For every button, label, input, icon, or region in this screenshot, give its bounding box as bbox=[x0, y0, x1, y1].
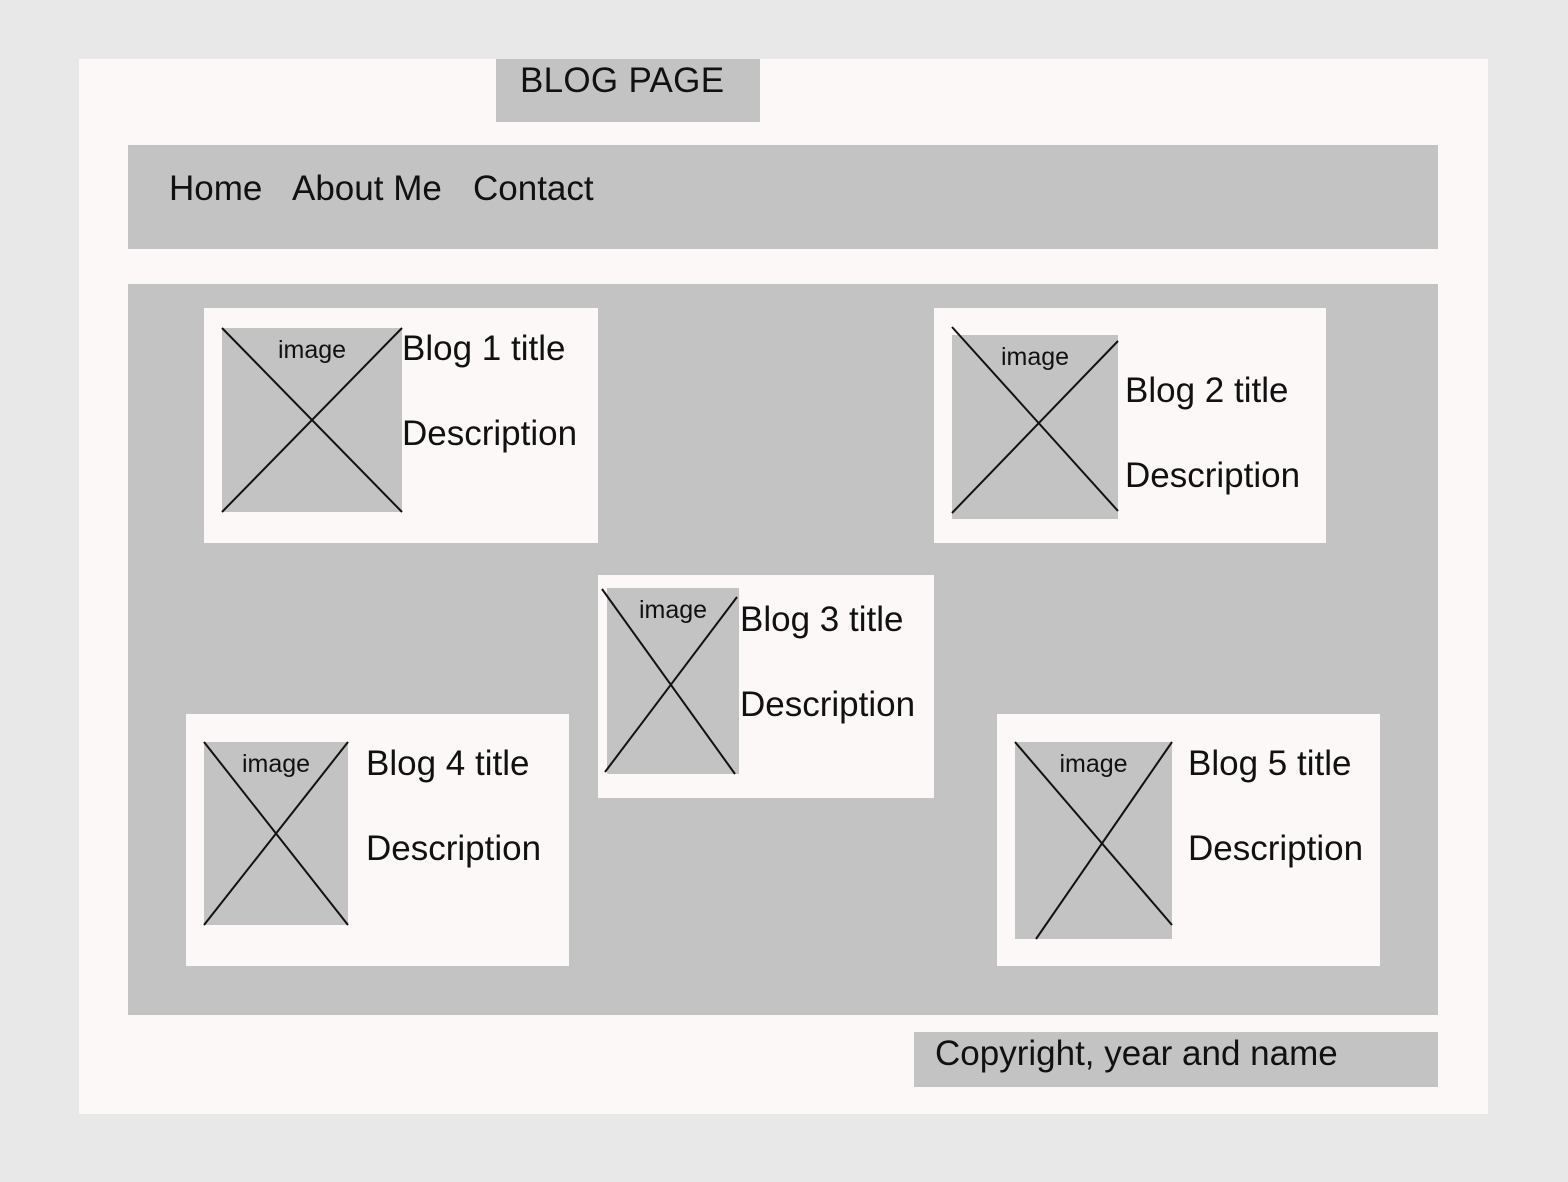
image-label: image bbox=[277, 336, 347, 364]
blog-card-2[interactable]: image Blog 2 title Description bbox=[934, 308, 1326, 543]
blog-image-placeholder[interactable]: image bbox=[1014, 741, 1173, 940]
page-title-box: BLOG PAGE bbox=[496, 59, 760, 122]
blog-image-placeholder[interactable]: image bbox=[601, 588, 739, 775]
blog-title[interactable]: Blog 2 title bbox=[1125, 371, 1288, 411]
blog-description: Description bbox=[740, 685, 916, 724]
blog-image-placeholder[interactable]: image bbox=[951, 326, 1119, 519]
image-label: image bbox=[1059, 750, 1128, 778]
blog-card-3[interactable]: image Blog 3 title Description bbox=[598, 575, 934, 798]
footer: Copyright, year and name bbox=[914, 1032, 1438, 1087]
nav-item-contact[interactable]: Contact bbox=[473, 169, 594, 209]
blog-title[interactable]: Blog 3 title bbox=[740, 600, 903, 640]
image-label: image bbox=[638, 596, 708, 624]
blog-card-1[interactable]: image Blog 1 title Description bbox=[204, 308, 598, 543]
image-label: image bbox=[241, 750, 311, 778]
blog-image-placeholder[interactable]: image bbox=[221, 327, 403, 513]
blog-card-5[interactable]: image Blog 5 title Description bbox=[997, 714, 1380, 966]
blog-title[interactable]: Blog 5 title bbox=[1188, 744, 1351, 784]
blog-title[interactable]: Blog 4 title bbox=[366, 744, 529, 784]
blog-description: Description bbox=[366, 829, 542, 868]
blog-card-4[interactable]: image Blog 4 title Description bbox=[186, 714, 569, 966]
nav-item-home[interactable]: Home bbox=[169, 169, 262, 209]
nav-item-about-me[interactable]: About Me bbox=[292, 169, 442, 209]
blog-content-area: image Blog 1 title Description image Blo… bbox=[128, 284, 1438, 1015]
image-label: image bbox=[1000, 343, 1070, 371]
blog-image-placeholder[interactable]: image bbox=[203, 741, 349, 926]
blog-description: Description bbox=[1188, 829, 1364, 868]
blog-description: Description bbox=[1125, 456, 1301, 495]
page-title: BLOG PAGE bbox=[520, 61, 725, 100]
nav-bar: Home About Me Contact bbox=[128, 145, 1438, 249]
footer-copyright: Copyright, year and name bbox=[935, 1034, 1338, 1073]
blog-description: Description bbox=[402, 414, 578, 453]
blog-title[interactable]: Blog 1 title bbox=[402, 329, 565, 369]
